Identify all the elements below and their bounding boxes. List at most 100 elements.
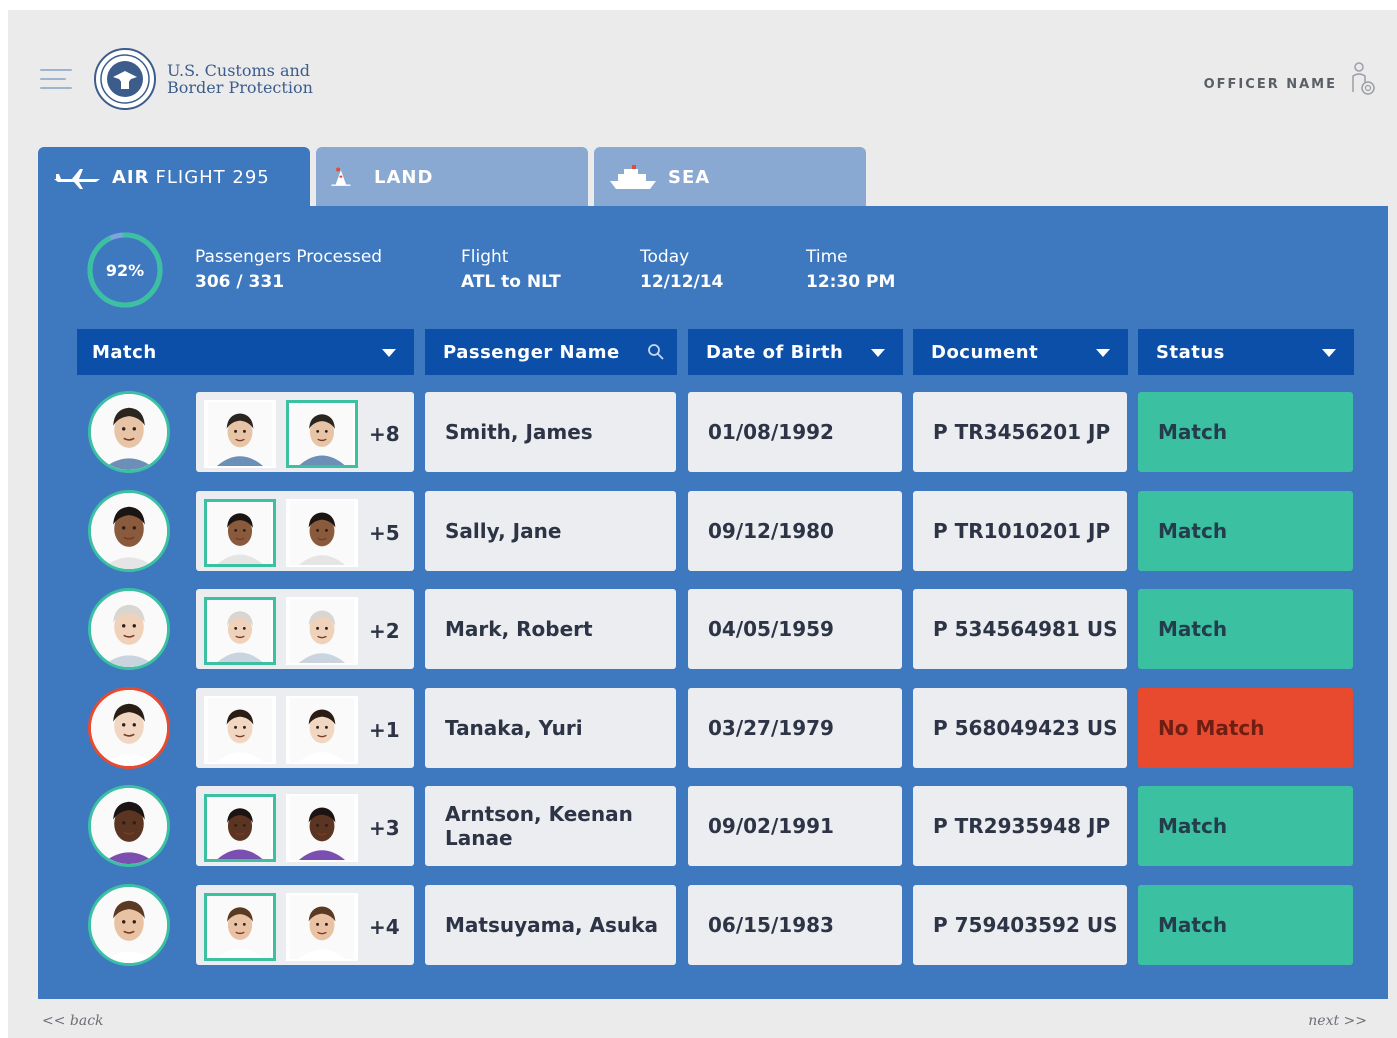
passenger-name-cell[interactable]: Smith, James (425, 392, 676, 472)
dob-cell[interactable]: 09/02/1991 (688, 786, 902, 866)
avatar[interactable] (88, 687, 170, 769)
agency-name-line2: Border Protection (167, 78, 313, 97)
more-candidates-count[interactable]: +4 (369, 915, 400, 939)
column-name-label: Passenger Name (443, 341, 620, 363)
document-cell[interactable]: P TR2935948 JP (913, 786, 1127, 866)
candidate-photo (290, 895, 354, 959)
candidate-thumbnail[interactable] (204, 499, 276, 567)
avatar-photo (91, 788, 167, 864)
land-icon (331, 167, 351, 186)
avatar[interactable] (88, 391, 170, 473)
avatar[interactable] (88, 490, 170, 572)
candidate-thumbnail[interactable] (286, 499, 358, 567)
progress-percent: 92% (105, 260, 145, 280)
officer-gear-icon[interactable] (1349, 62, 1377, 98)
passenger-name-cell[interactable]: Tanaka, Yuri (425, 688, 676, 768)
document-cell[interactable]: P 534564981 US (913, 589, 1127, 669)
status-badge[interactable]: Match (1138, 786, 1353, 866)
candidate-thumbnail[interactable] (204, 400, 276, 468)
candidate-matches: +2 (196, 589, 414, 669)
time-value: 12:30 PM (806, 272, 896, 292)
column-document[interactable]: Document (913, 329, 1128, 375)
tab-sea[interactable]: SEA (594, 147, 866, 207)
candidate-photo (290, 796, 354, 860)
next-link[interactable]: next >> (1308, 1013, 1367, 1029)
avatar[interactable] (88, 588, 170, 670)
today-info: Today 12/12/14 (640, 245, 723, 295)
candidate-matches: +8 (196, 392, 414, 472)
column-status-label: Status (1156, 341, 1225, 363)
back-link[interactable]: << back (42, 1013, 104, 1029)
candidate-matches: +5 (196, 491, 414, 571)
avatar-photo (91, 493, 167, 569)
avatar-photo (91, 887, 167, 963)
chevron-down-icon (382, 349, 396, 357)
agency-name-line1: U.S. Customs and (167, 61, 311, 80)
candidate-photo (209, 502, 271, 564)
document-cell[interactable]: P TR1010201 JP (913, 491, 1127, 571)
candidate-thumbnail[interactable] (286, 794, 358, 862)
status-badge[interactable]: Match (1138, 491, 1353, 571)
candidate-thumbnail[interactable] (286, 597, 358, 665)
candidate-thumbnail[interactable] (204, 597, 276, 665)
status-badge[interactable]: No Match (1138, 688, 1353, 768)
tab-land[interactable]: LAND (316, 147, 588, 207)
dob-cell[interactable]: 01/08/1992 (688, 392, 902, 472)
candidate-thumbnail[interactable] (204, 794, 276, 862)
candidate-matches: +4 (196, 885, 414, 965)
processed-label: Passengers Processed (195, 247, 383, 267)
avatar[interactable] (88, 884, 170, 966)
candidate-matches: +1 (196, 688, 414, 768)
avatar-photo (91, 394, 167, 470)
more-candidates-count[interactable]: +5 (369, 521, 400, 545)
processed-value: 306 / 331 (195, 272, 285, 292)
column-passenger-name[interactable]: Passenger Name (425, 329, 677, 375)
passengers-processed: Passengers Processed 306 / 331 (195, 245, 382, 295)
candidate-thumbnail[interactable] (204, 893, 276, 961)
passenger-name-cell[interactable]: Arntson, Keenan Lanae (425, 786, 676, 866)
airplane-icon (54, 169, 100, 189)
avatar-photo (91, 591, 167, 667)
dob-cell[interactable]: 04/05/1959 (688, 589, 902, 669)
time-label: Time (806, 247, 848, 267)
tab-land-label: LAND (374, 166, 434, 188)
column-match[interactable]: Match (77, 329, 414, 375)
candidate-photo (290, 501, 354, 565)
dob-cell[interactable]: 06/15/1983 (688, 885, 902, 965)
ship-icon (610, 165, 656, 189)
passenger-name-cell[interactable]: Matsuyama, Asuka (425, 885, 676, 965)
search-icon[interactable] (647, 343, 665, 361)
more-candidates-count[interactable]: +2 (369, 619, 400, 643)
more-candidates-count[interactable]: +3 (369, 816, 400, 840)
candidate-thumbnail[interactable] (286, 696, 358, 764)
status-badge[interactable]: Match (1138, 885, 1353, 965)
more-candidates-count[interactable]: +1 (369, 718, 400, 742)
document-cell[interactable]: P 568049423 US (913, 688, 1127, 768)
passenger-name-cell[interactable]: Sally, Jane (425, 491, 676, 571)
candidate-thumbnail[interactable] (286, 893, 358, 961)
candidate-thumbnail[interactable] (204, 696, 276, 764)
menu-icon[interactable] (40, 69, 72, 89)
passenger-name-cell[interactable]: Mark, Robert (425, 589, 676, 669)
column-date-of-birth[interactable]: Date of Birth (688, 329, 903, 375)
time-info: Time 12:30 PM (806, 245, 895, 295)
today-value: 12/12/14 (640, 272, 724, 292)
dob-cell[interactable]: 03/27/1979 (688, 688, 902, 768)
tab-sea-label: SEA (668, 166, 711, 188)
document-cell[interactable]: P TR3456201 JP (913, 392, 1127, 472)
avatar[interactable] (88, 785, 170, 867)
document-cell[interactable]: P 759403592 US (913, 885, 1127, 965)
dob-cell[interactable]: 09/12/1980 (688, 491, 902, 571)
candidate-photo (209, 797, 271, 859)
candidate-thumbnail[interactable] (286, 400, 358, 468)
tab-air-label: AIR (112, 166, 150, 188)
candidate-photo (209, 896, 271, 958)
status-badge[interactable]: Match (1138, 589, 1353, 669)
column-status[interactable]: Status (1138, 329, 1354, 375)
status-badge[interactable]: Match (1138, 392, 1353, 472)
officer-name[interactable]: OFFICER NAME (1204, 77, 1337, 92)
column-document-label: Document (931, 341, 1039, 363)
column-dob-label: Date of Birth (706, 341, 844, 363)
tab-air[interactable]: AIR FLIGHT 295 (38, 147, 310, 207)
more-candidates-count[interactable]: +8 (369, 422, 400, 446)
